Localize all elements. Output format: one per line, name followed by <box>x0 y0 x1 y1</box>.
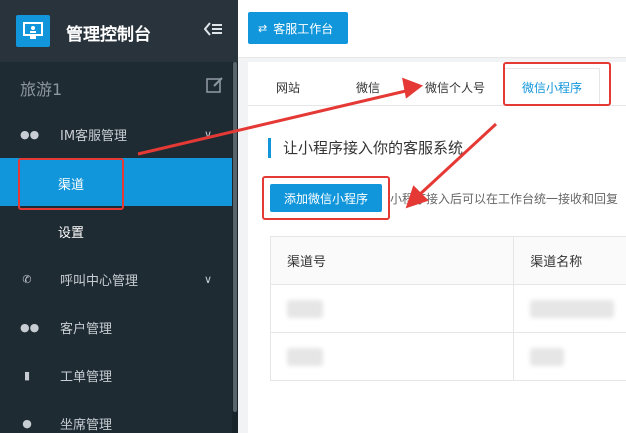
menu-im-service[interactable]: ●● IM客服管理 ∨ <box>0 110 232 158</box>
menu-label: 呼叫中心管理 <box>60 273 139 289</box>
annotation-box-channel <box>18 158 124 210</box>
menu-tickets[interactable]: ▮ 工单管理 <box>0 351 232 399</box>
sidebar-header: 管理控制台 <box>0 0 238 62</box>
scrollbar-thumb[interactable] <box>233 62 237 412</box>
redacted-value <box>287 299 323 318</box>
swap-icon: ⇄ <box>258 21 268 35</box>
menu-label: 工单管理 <box>60 369 113 385</box>
chevron-down-icon: ∨ <box>204 127 213 141</box>
collapse-sidebar-icon[interactable] <box>203 21 222 40</box>
redacted-value <box>530 347 565 366</box>
section-title: 让小程序接入你的客服系统 <box>268 138 463 158</box>
redacted-value <box>530 299 615 318</box>
tab-wechat[interactable]: 微信 <box>328 68 408 106</box>
channel-table: 渠道号 渠道名称 <box>270 236 626 381</box>
header-channel-name: 渠道名称 <box>530 255 583 270</box>
table-cell <box>271 285 515 332</box>
tab-wechat-personal[interactable]: 微信个人号 <box>408 68 502 106</box>
table-row[interactable] <box>271 285 626 333</box>
table-cell <box>271 333 515 380</box>
table-header-row: 渠道号 渠道名称 <box>271 237 626 285</box>
topbar: ⇄ 客服工作台 <box>238 0 626 58</box>
submenu-settings[interactable]: 设置 <box>0 206 232 254</box>
sidebar: 管理控制台 旅游1 ●● IM客服管理 ∨ 渠道 设置 ✆ 呼叫中心管理 ∨ ●… <box>0 0 238 433</box>
workbench-label: 客服工作台 <box>273 21 334 36</box>
workbench-button[interactable]: ⇄ 客服工作台 <box>248 12 348 44</box>
channel-panel: 网站 微信 微信个人号 微信小程序 让小程序接入你的客服系统 添加微信小程序 小… <box>248 62 626 433</box>
table-cell <box>514 285 626 332</box>
monitor-logo-icon <box>16 15 50 47</box>
annotation-box-miniprogram-tab <box>503 62 611 106</box>
table-row[interactable] <box>271 333 626 381</box>
edit-icon[interactable] <box>206 76 224 98</box>
menu-label: IM客服管理 <box>60 128 128 144</box>
menu-customers[interactable]: ●● 客户管理 <box>0 303 232 351</box>
header-channel-id: 渠道号 <box>271 237 515 284</box>
menu-agents[interactable]: ● 坐席管理 <box>0 399 232 433</box>
table-cell <box>514 333 626 380</box>
phone-icon: ✆ <box>22 272 32 286</box>
users-icon: ●● <box>20 320 40 334</box>
tenant-name: 旅游1 <box>20 80 63 99</box>
hint-text: 小程序接入后可以在工作台统一接收和回复 <box>390 192 619 206</box>
chevron-down-icon: ∨ <box>204 272 213 286</box>
annotation-box-add-button <box>262 176 390 220</box>
menu-call-center[interactable]: ✆ 呼叫中心管理 ∨ <box>0 255 232 303</box>
document-icon: ▮ <box>23 368 31 382</box>
tab-website[interactable]: 网站 <box>248 68 328 106</box>
redacted-value <box>287 347 323 366</box>
tenant-row: 旅游1 <box>0 62 238 110</box>
user-icon: ● <box>22 416 32 430</box>
app-title: 管理控制台 <box>66 25 151 45</box>
menu-label: 坐席管理 <box>60 417 113 433</box>
chat-icon: ●● <box>20 127 40 141</box>
menu-label: 客户管理 <box>60 321 113 337</box>
submenu-label: 设置 <box>58 226 85 241</box>
